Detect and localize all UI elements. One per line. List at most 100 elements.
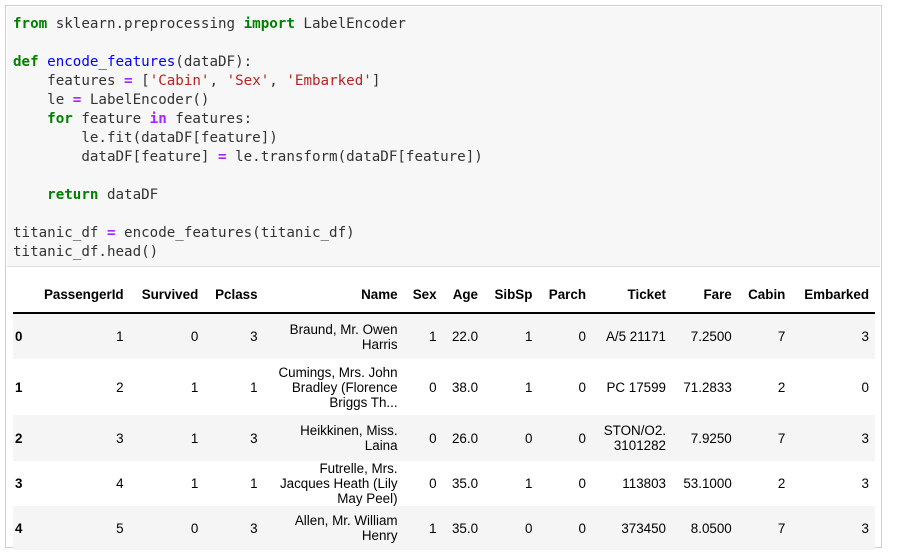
code-token: for (47, 111, 73, 127)
output-area: PassengerId Survived Pclass Name Sex Age SibSp… (13, 276, 875, 550)
code-token: [ (132, 73, 150, 89)
code-line: dataDF[feature] = le.transform(dataDF[fe… (13, 149, 482, 165)
code-token: 'Embarked' (286, 73, 372, 89)
table-cell: 0 (578, 379, 586, 395)
table-cell: 1 (116, 329, 124, 344)
table-cell: 26.0 (451, 430, 479, 446)
code-line: le.fit(dataDF[feature]) (13, 130, 278, 146)
code-line: le = LabelEncoder() (13, 92, 209, 108)
table-cell: 3 (250, 329, 258, 344)
table-cell: 0 (429, 379, 437, 395)
column-header: PassengerId (29, 276, 130, 314)
table-cell: Futrelle, Mrs. Jacques Heath (Lily May P… (279, 461, 398, 506)
table-cell: 1 (429, 329, 437, 344)
code-token: from (13, 16, 48, 32)
table-cell: 7.9250 (690, 430, 732, 446)
code-line: return dataDF (13, 187, 158, 203)
code-token: def (13, 54, 39, 70)
table-cell: 3 (861, 520, 869, 536)
table-row: 0 1 0 3 Braund, Mr. Owen Harris 1 22.0 1 0 A/5 21… (13, 313, 875, 359)
table-cell: 0 (524, 430, 533, 446)
table-cell: 8.0500 (690, 520, 732, 536)
row-index: 1 (15, 379, 23, 395)
code-token: encode_features(titanic_df) (115, 225, 355, 241)
notebook-cell[interactable]: from sklearn.preprocessing import LabelE… (5, 5, 882, 550)
column-header: Parch (538, 276, 592, 314)
table-cell: 7 (777, 329, 786, 344)
row-index: 3 (15, 476, 23, 491)
code-text[interactable]: from sklearn.preprocessing import LabelE… (7, 7, 880, 262)
code-editor[interactable]: from sklearn.preprocessing import LabelE… (7, 7, 880, 267)
code-token: ] (371, 73, 381, 89)
table-cell: 0 (524, 520, 533, 536)
row-index: 4 (15, 520, 23, 536)
table-cell: 0 (578, 329, 586, 344)
column-header: Pclass (204, 276, 264, 314)
table-cell: 7.2500 (690, 329, 732, 344)
table-cell: 35.0 (451, 476, 479, 491)
table-cell: 22.0 (451, 329, 479, 344)
table-cell: 1 (524, 476, 533, 491)
table-cell: 3 (861, 329, 869, 344)
code-token: = (124, 73, 133, 89)
table-row: 2 3 1 3 Heikkinen, Miss. Laina 0 26.0 0 0 STON/O2… (13, 415, 875, 461)
code-token: import (243, 16, 295, 32)
column-header: Ticket (592, 276, 672, 314)
table-cell: Braund, Mr. Owen Harris (289, 321, 398, 352)
table-cell: A/5 21171 (605, 329, 666, 344)
table-cell: 0 (429, 430, 437, 446)
table-cell: 0 (861, 379, 869, 395)
row-index: 2 (15, 430, 23, 446)
column-header: Survived (129, 276, 205, 314)
column-header: Name (263, 276, 404, 314)
table-cell: 3 (861, 476, 869, 491)
table-cell: 35.0 (451, 520, 479, 536)
table-cell: 38.0 (451, 379, 479, 395)
code-line: from sklearn.preprocessing import LabelE… (13, 16, 406, 32)
code-token: feature (72, 111, 150, 127)
column-header: Fare (672, 276, 738, 314)
table-body: 0 1 0 3 Braund, Mr. Owen Harris 1 22.0 1 0 A/5 21… (13, 313, 875, 550)
table-cell: STON/O2. 3101282 (603, 423, 666, 453)
table-cell: 0 (429, 476, 437, 491)
code-line: titanic_df.head() (13, 244, 158, 260)
code-token: titanic_df (13, 225, 107, 241)
code-token: = (218, 149, 227, 165)
code-token: dataDF[feature] (13, 149, 218, 165)
column-header: Age (442, 276, 485, 314)
code-token: le.fit(dataDF[feature]) (13, 130, 278, 146)
row-index: 0 (15, 329, 23, 344)
code-token: features: (166, 111, 253, 127)
code-token: in (149, 111, 167, 127)
code-token: , (209, 73, 227, 89)
table-header-row: PassengerId Survived Pclass Name Sex Age SibSp… (13, 276, 875, 314)
code-line: titanic_df = encode_features(titanic_df) (13, 225, 355, 241)
table-cell: 1 (524, 329, 533, 344)
table-cell: 7 (777, 430, 786, 446)
code-token: le (13, 92, 73, 108)
column-header: Sex (403, 276, 443, 314)
table-cell: PC 17599 (606, 379, 666, 395)
table-cell: 0 (578, 430, 586, 446)
table-cell: 1 (250, 476, 258, 491)
table-row: 4 5 0 3 Allen, Mr. William Henry 1 35.0 0 0 37345… (13, 506, 875, 550)
code-token: LabelEncoder (294, 16, 406, 32)
table-cell: 0 (578, 476, 586, 491)
code-token: sklearn.preprocessing (47, 16, 244, 32)
table-cell: 4 (116, 476, 124, 491)
table-cell: 3 (116, 430, 124, 446)
code-line: def encode_features(dataDF): (13, 54, 252, 70)
code-line: for feature in features: (13, 111, 252, 127)
table-cell: 373450 (621, 520, 666, 536)
table-cell: 71.2833 (683, 379, 732, 395)
column-header: SibSp (484, 276, 539, 314)
table-cell: 2 (777, 379, 786, 395)
table-cell: 2 (777, 476, 786, 491)
code-token: LabelEncoder() (81, 92, 210, 108)
table-cell: 0 (190, 520, 199, 536)
code-token: return (47, 187, 99, 203)
table-cell: 1 (429, 520, 437, 536)
code-token: 'Cabin' (149, 73, 210, 89)
